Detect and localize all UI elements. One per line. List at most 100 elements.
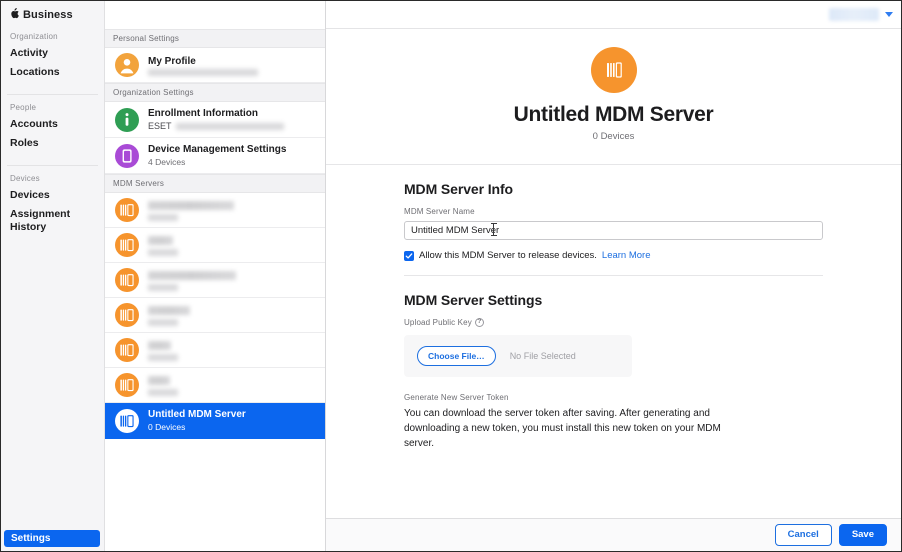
- release-devices-label: Allow this MDM Server to release devices…: [419, 250, 597, 261]
- mdm-server-icon: [115, 408, 139, 433]
- nav-groups: Organization Activity Locations People A…: [1, 29, 104, 249]
- list-section-header: Organization Settings: [105, 83, 325, 102]
- redacted-text: [148, 318, 178, 326]
- list-item[interactable]: Device Management Settings 4 Devices: [105, 138, 325, 174]
- redacted-text: [148, 68, 258, 76]
- list-item[interactable]: [105, 228, 325, 263]
- list-item[interactable]: [105, 263, 325, 298]
- sidebar-item-activity[interactable]: Activity: [1, 44, 104, 63]
- apple-logo-icon: [10, 7, 19, 21]
- list-item-text: [148, 375, 317, 396]
- mdm-server-icon: [115, 233, 139, 257]
- app-window: Business Organization Activity Locations…: [0, 0, 902, 552]
- account-menu-redacted[interactable]: [829, 8, 879, 21]
- list-item-text: Enrollment Information ESET: [148, 107, 317, 132]
- settings-list-panel: Personal Settings My Profile Organization …: [105, 1, 326, 551]
- nav-group-organization: Organization Activity Locations: [1, 32, 104, 82]
- question-mark-icon[interactable]: ?: [474, 317, 484, 327]
- upload-public-key-dropzone[interactable]: Choose File… No File Selected: [404, 335, 632, 378]
- redacted-text: [148, 353, 178, 361]
- list-item-subtitle: 0 Devices: [148, 422, 186, 432]
- settings-list: Personal Settings My Profile Organization …: [105, 29, 325, 439]
- sidebar-item-assignment-history[interactable]: Assignment History: [1, 205, 104, 237]
- server-hero: Untitled MDM Server 0 Devices: [326, 41, 901, 152]
- list-item[interactable]: [105, 333, 325, 368]
- list-item-subtitle: 4 Devices: [148, 157, 186, 167]
- list-item[interactable]: [105, 298, 325, 333]
- list-section-header: Personal Settings: [105, 29, 325, 48]
- list-item-subtitle: [148, 353, 317, 361]
- settings-label: Settings: [11, 533, 51, 544]
- release-devices-row: Allow this MDM Server to release devices…: [404, 250, 823, 261]
- list-item-subtitle: [148, 248, 317, 256]
- nav-divider: [7, 165, 98, 166]
- mdm-server-name-wrap: [404, 220, 823, 240]
- sidebar-item-accounts[interactable]: Accounts: [1, 115, 104, 134]
- redacted-text: [148, 283, 178, 291]
- nav-group-people: People Accounts Roles: [1, 103, 104, 153]
- list-item-text: [148, 340, 317, 361]
- chevron-down-icon[interactable]: [885, 12, 893, 17]
- mdm-server-name-input[interactable]: [404, 221, 823, 240]
- list-item-title: [148, 200, 317, 213]
- nav-group-title: Organization: [10, 32, 58, 41]
- list-item-text: [148, 200, 317, 221]
- list-item[interactable]: My Profile: [105, 48, 325, 83]
- release-devices-checkbox[interactable]: [404, 250, 414, 261]
- list-item[interactable]: Enrollment Information ESET: [105, 102, 325, 138]
- redacted-text: [148, 306, 190, 316]
- list-item-title: [148, 305, 317, 318]
- list-item-title: [148, 235, 317, 248]
- cancel-button[interactable]: Cancel: [774, 524, 832, 546]
- list-item-title: [148, 340, 317, 353]
- list-item-subtitle-prefix: ESET: [148, 121, 172, 131]
- sidebar-item-settings[interactable]: Settings: [4, 530, 100, 547]
- list-item-subtitle: [148, 283, 317, 291]
- list-item-title: [148, 375, 317, 388]
- list-item-text: Device Management Settings 4 Devices: [148, 143, 317, 168]
- list-panel-topspace: [105, 1, 325, 29]
- page-title: Untitled MDM Server: [513, 103, 714, 126]
- list-item-subtitle: ESET: [148, 121, 317, 132]
- detail-footer: Cancel Save: [326, 518, 901, 551]
- upload-public-key-label: Upload Public Key?: [404, 317, 823, 327]
- choose-file-button[interactable]: Choose File…: [417, 346, 496, 367]
- list-item[interactable]: [105, 193, 325, 228]
- list-section-header: MDM Servers: [105, 174, 325, 193]
- redacted-text: [148, 388, 178, 396]
- mdm-server-icon: [115, 268, 139, 292]
- device-icon: [115, 143, 139, 168]
- redacted-text: [148, 201, 234, 211]
- nav-group-devices: Devices Devices Assignment History: [1, 174, 104, 237]
- list-item-text: My Profile: [148, 55, 317, 76]
- nav-group-title: People: [10, 103, 37, 112]
- sidebar-item-locations[interactable]: Locations: [1, 63, 104, 82]
- detail-body: Untitled MDM Server 0 Devices MDM Server…: [326, 29, 901, 518]
- sidebar-item-roles[interactable]: Roles: [1, 134, 104, 153]
- list-item-title: Enrollment Information: [148, 108, 258, 119]
- mdm-server-icon: [115, 338, 139, 362]
- list-item-subtitle: [148, 68, 317, 76]
- section-divider: [404, 275, 823, 276]
- list-item-text: Untitled MDM Server 0 Devices: [148, 408, 317, 433]
- generate-token-description: You can download the server token after …: [404, 408, 721, 450]
- brand: Business: [1, 1, 104, 29]
- list-item-subtitle: [148, 318, 317, 326]
- mdm-server-icon: [590, 47, 637, 93]
- list-item[interactable]: [105, 368, 325, 403]
- list-item-text: [148, 270, 317, 291]
- primary-sidebar: Business Organization Activity Locations…: [1, 1, 105, 551]
- learn-more-link[interactable]: Learn More: [602, 250, 651, 261]
- upload-public-key-text: Upload Public Key: [404, 318, 472, 327]
- redacted-text: [148, 248, 178, 256]
- redacted-text: [148, 271, 236, 281]
- list-item[interactable]: Untitled MDM Server 0 Devices: [105, 403, 325, 439]
- redacted-text: [148, 376, 170, 386]
- brand-name: Business: [23, 9, 73, 21]
- mdm-server-icon: [115, 373, 139, 397]
- sidebar-item-devices[interactable]: Devices: [1, 186, 104, 205]
- info-circle-icon: [115, 107, 139, 132]
- section-title-settings: MDM Server Settings: [404, 292, 543, 308]
- detail-topbar: [326, 1, 901, 29]
- save-button[interactable]: Save: [838, 524, 887, 546]
